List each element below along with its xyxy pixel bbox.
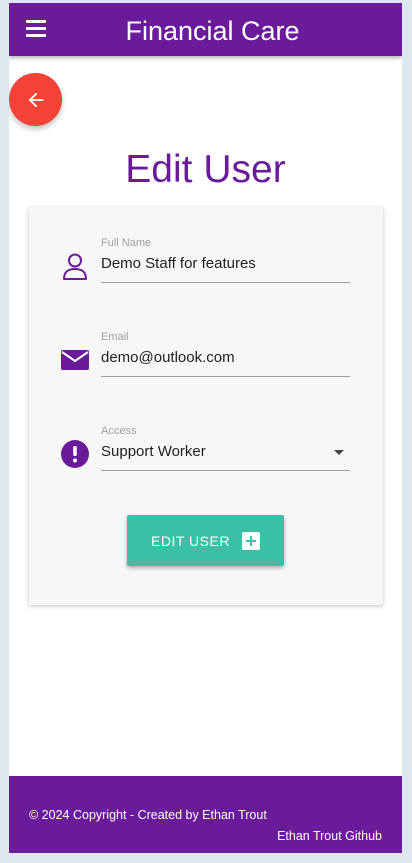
envelope-icon — [61, 346, 89, 374]
footer: © 2024 Copyright - Created by Ethan Trou… — [9, 776, 402, 853]
exclamation-circle-icon — [61, 440, 89, 468]
access-field: Access Support Worker — [29, 425, 383, 495]
fullname-input[interactable]: Demo Staff for features — [101, 255, 350, 283]
github-link[interactable]: Ethan Trout Github — [277, 829, 382, 843]
top-navbar: Financial Care — [9, 3, 402, 56]
email-input[interactable]: demo@outlook.com — [101, 349, 350, 377]
person-icon — [61, 252, 89, 280]
app-title: Financial Care — [125, 16, 300, 46]
fullname-label: Full Name — [101, 237, 152, 249]
access-select[interactable]: Support Worker — [101, 443, 350, 471]
plus-square-icon — [241, 531, 260, 550]
caret-down-icon — [334, 450, 344, 455]
edit-user-button[interactable]: EDIT USER — [127, 515, 284, 566]
arrow-left-icon — [28, 92, 43, 107]
edit-user-card: Full Name Demo Staff for features Email … — [29, 207, 383, 605]
page-title: Edit User — [125, 148, 286, 191]
access-selected-value: Support Worker — [101, 443, 206, 460]
email-field: Email demo@outlook.com — [29, 331, 383, 401]
fullname-field: Full Name Demo Staff for features — [29, 237, 383, 307]
app-frame: Financial Care Edit User Full Name Demo … — [9, 3, 402, 853]
access-label: Access — [101, 425, 137, 437]
edit-user-button-label: EDIT USER — [151, 532, 230, 549]
back-button[interactable] — [9, 73, 62, 126]
copyright-text: © 2024 Copyright - Created by Ethan Trou… — [29, 808, 267, 822]
email-label: Email — [101, 331, 129, 343]
